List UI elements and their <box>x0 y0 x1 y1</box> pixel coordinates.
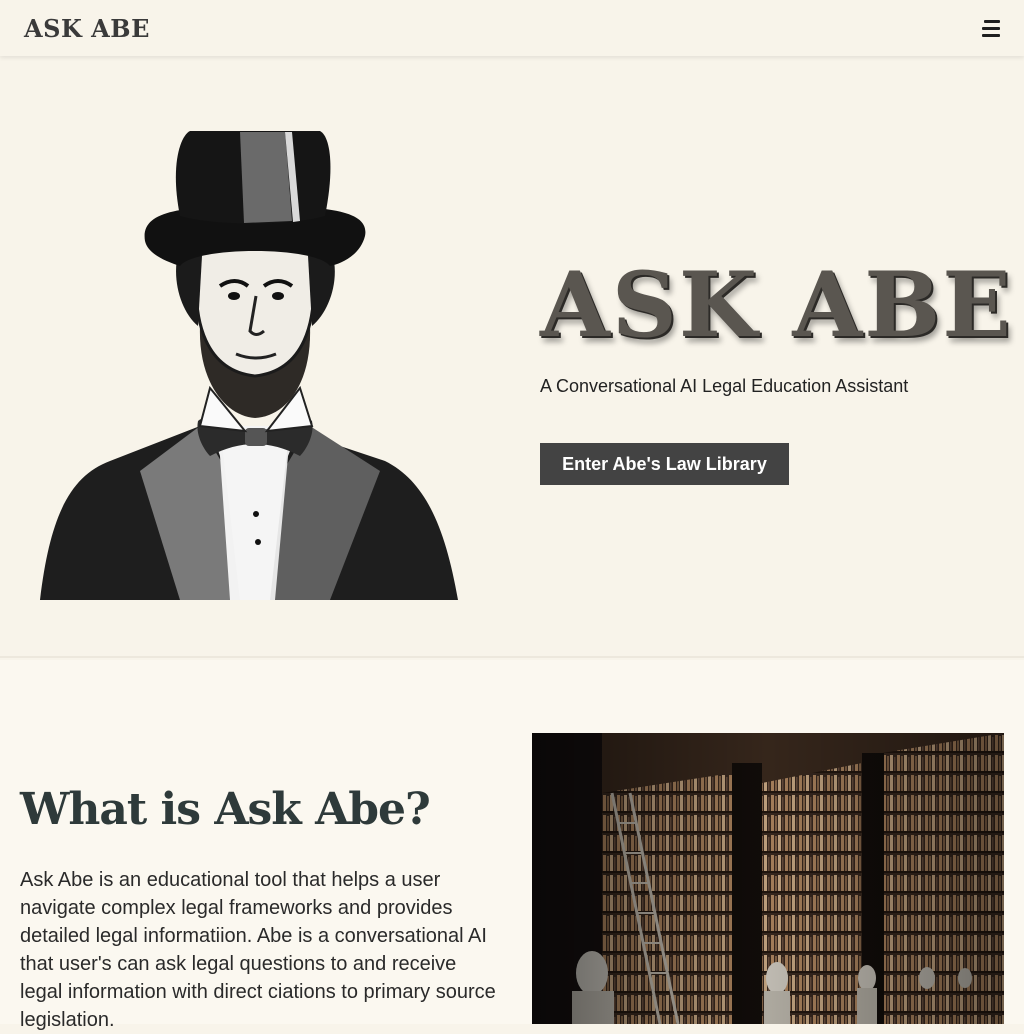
enter-law-library-button[interactable]: Enter Abe's Law Library <box>540 443 789 485</box>
about-heading: What is Ask Abe? <box>20 784 431 835</box>
hero-section: ASK ABE A Conversational AI Legal Educat… <box>0 56 1024 658</box>
abe-lincoln-portrait <box>40 131 458 600</box>
about-description: Ask Abe is an educational tool that help… <box>20 869 496 1031</box>
hero-subtitle: A Conversational AI Legal Education Assi… <box>540 376 909 396</box>
top-navbar: ASK ABE <box>0 0 1024 56</box>
hamburger-menu-icon[interactable] <box>976 16 1000 40</box>
law-library-photo <box>532 733 1004 1024</box>
hero-title: ASK ABE <box>540 252 1013 358</box>
about-section: What is Ask Abe? Ask Abe is an education… <box>0 660 1024 1031</box>
brand-logo-text[interactable]: ASK ABE <box>24 14 150 43</box>
